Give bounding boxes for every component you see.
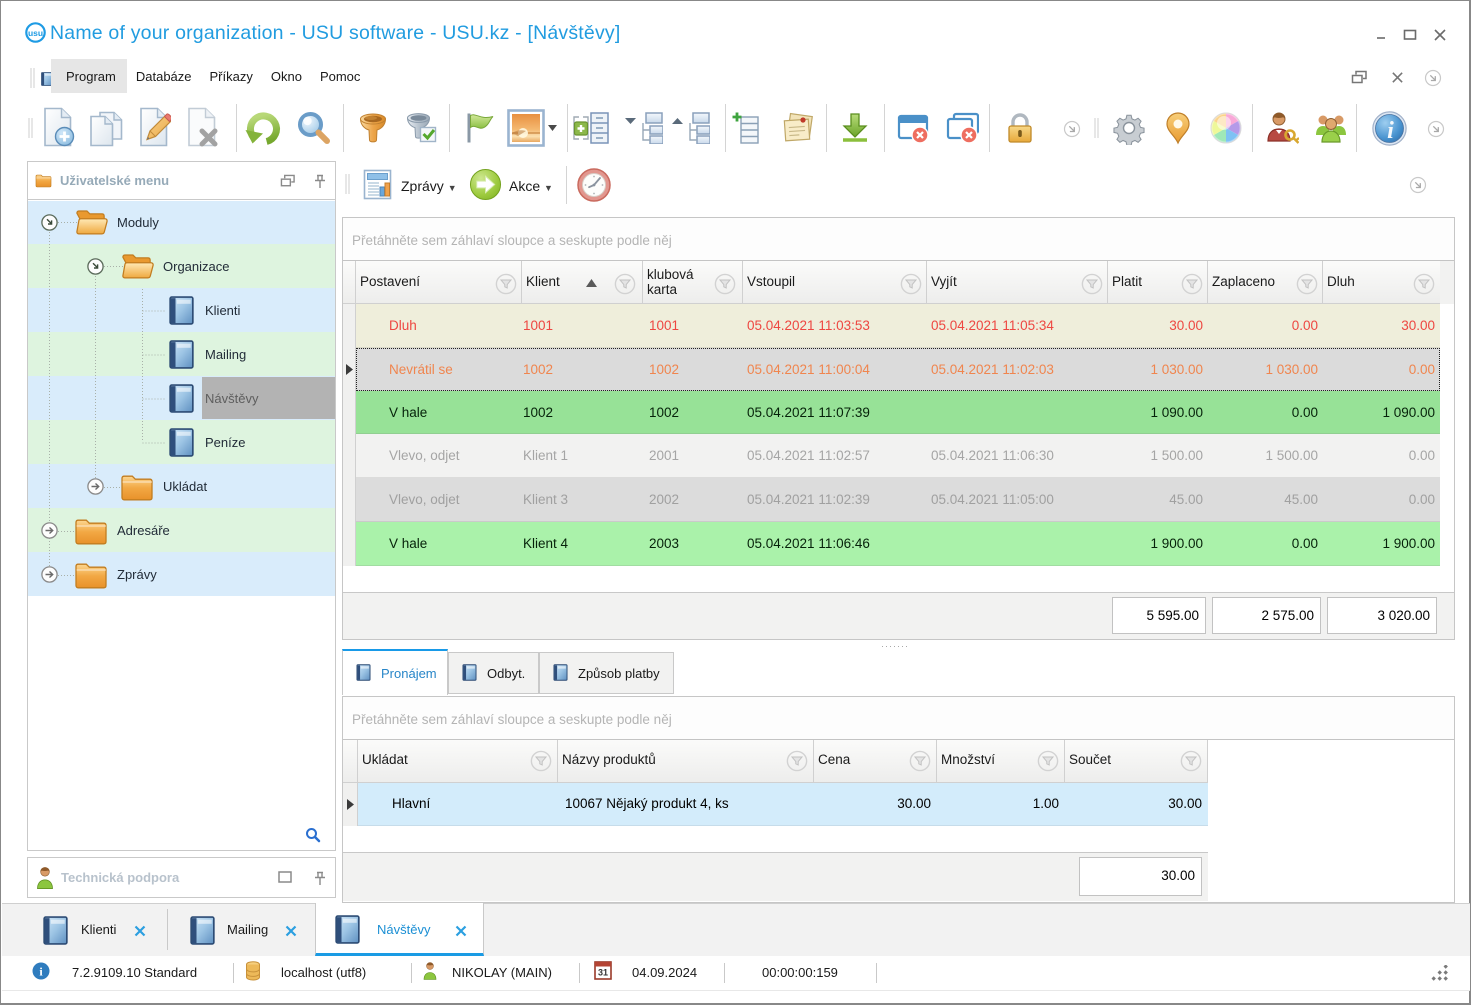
svg-text:31: 31 — [598, 968, 608, 978]
svg-text:usu: usu — [28, 28, 43, 38]
